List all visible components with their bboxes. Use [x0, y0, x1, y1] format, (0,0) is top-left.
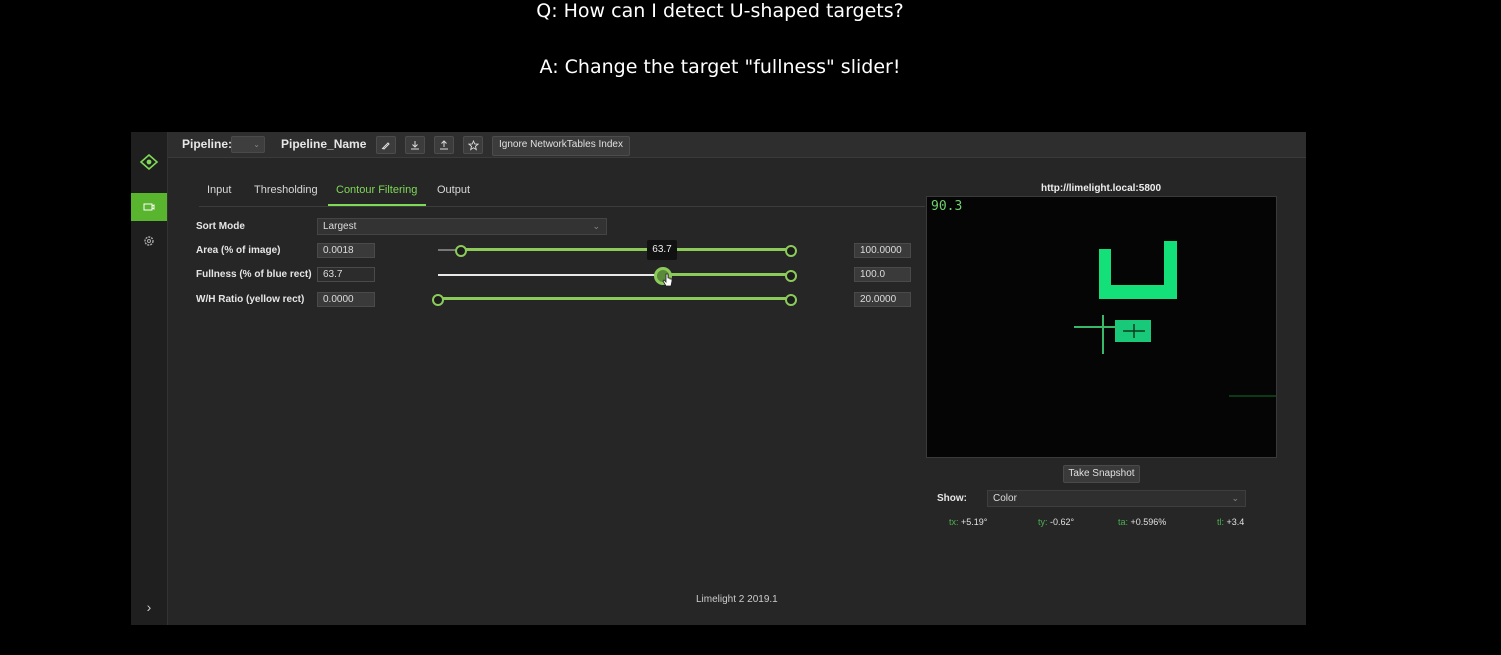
- upload-button[interactable]: [434, 136, 454, 154]
- sidebar-expand-button[interactable]: ›: [131, 593, 167, 621]
- pipeline-name: Pipeline_Name: [281, 137, 367, 151]
- stat-ta: ta: +0.596%: [1118, 517, 1166, 527]
- tab-input[interactable]: Input: [207, 184, 231, 196]
- area-max-input[interactable]: 100.0000: [854, 243, 911, 258]
- chevron-down-icon: ⌄: [592, 221, 600, 231]
- wh-ratio-track-range: [438, 297, 791, 300]
- area-max-handle[interactable]: [785, 245, 797, 257]
- stat-tx-key: tx:: [949, 517, 959, 527]
- stat-tl-value: +3.4: [1226, 517, 1245, 527]
- gear-icon: [144, 236, 154, 246]
- area-min-input[interactable]: 0.0018: [317, 243, 375, 258]
- sidebar-item-settings[interactable]: [131, 227, 167, 255]
- stat-ty-value: -0.62°: [1050, 517, 1075, 527]
- caption-answer: A: Change the target "fullness" slider!: [539, 56, 901, 78]
- wh-ratio-max-handle[interactable]: [785, 294, 797, 306]
- version-footer: Limelight 2 2019.1: [696, 594, 778, 605]
- fullness-track-range: [662, 273, 791, 276]
- fullness-min-input[interactable]: 63.7: [317, 267, 375, 282]
- stat-tl-key: tl:: [1217, 517, 1225, 527]
- limelight-app: › Pipeline: ⌄ Pipeline_Name Ignore Netwo…: [131, 132, 1306, 625]
- limelight-logo-icon: [131, 148, 167, 176]
- wh-ratio-min-input[interactable]: 0.0000: [317, 292, 375, 307]
- tab-contour-filtering[interactable]: Contour Filtering: [336, 184, 417, 196]
- settings-tabs: Input Thresholding Contour Filtering Out…: [199, 180, 925, 207]
- wh-ratio-label: W/H Ratio (yellow rect): [196, 294, 305, 305]
- stat-ta-key: ta:: [1118, 517, 1129, 527]
- ignore-networktables-button[interactable]: Ignore NetworkTables Index: [492, 136, 630, 156]
- pipeline-index-select[interactable]: ⌄: [231, 136, 265, 153]
- pencil-icon: [381, 142, 390, 150]
- fullness-value-tooltip: 63.7: [647, 240, 677, 260]
- tab-output[interactable]: Output: [437, 184, 470, 196]
- mouse-cursor-icon: [662, 273, 673, 287]
- left-sidebar: ›: [131, 132, 168, 625]
- wh-ratio-max-input[interactable]: 20.0000: [854, 292, 911, 307]
- wh-ratio-min-handle[interactable]: [432, 294, 444, 306]
- stat-tl: tl: +3.4: [1217, 517, 1244, 527]
- pipeline-label: Pipeline:: [182, 137, 233, 151]
- stat-ty-key: ty:: [1038, 517, 1048, 527]
- camera-url: http://limelight.local:5800: [1040, 183, 1162, 194]
- wh-ratio-slider[interactable]: [432, 293, 797, 306]
- target-image: [1074, 241, 1276, 397]
- show-value: Color: [993, 493, 1017, 504]
- fullness-slider[interactable]: [438, 267, 797, 285]
- tab-thresholding[interactable]: Thresholding: [254, 184, 318, 196]
- fullness-label: Fullness (% of blue rect): [196, 269, 312, 280]
- active-tab-indicator: [328, 204, 426, 206]
- sort-mode-label: Sort Mode: [196, 221, 245, 232]
- camera-icon: [143, 203, 155, 211]
- sort-mode-value: Largest: [323, 221, 357, 232]
- area-track-range: [461, 248, 791, 251]
- download-button[interactable]: [405, 136, 425, 154]
- show-select[interactable]: Color ⌄: [987, 490, 1246, 507]
- fullness-track-left: [438, 274, 663, 276]
- fullness-max-input[interactable]: 100.0: [854, 267, 911, 282]
- area-label: Area (% of image): [196, 245, 281, 256]
- pipeline-bar: Pipeline: ⌄ Pipeline_Name Ignore Network…: [168, 132, 1306, 158]
- chevron-right-icon: ›: [146, 599, 152, 615]
- chevron-down-icon: ⌄: [253, 140, 260, 149]
- fullness-max-handle[interactable]: [785, 270, 797, 282]
- edit-button[interactable]: [376, 136, 396, 154]
- sort-mode-select[interactable]: Largest ⌄: [317, 218, 607, 235]
- show-label: Show:: [937, 493, 967, 504]
- upload-icon: [440, 140, 448, 150]
- chevron-down-icon: ⌄: [1231, 493, 1239, 503]
- stat-ty: ty: -0.62°: [1038, 517, 1074, 527]
- camera-stream[interactable]: 90.3: [926, 196, 1277, 458]
- stat-tx-value: +5.19°: [961, 517, 988, 527]
- area-slider[interactable]: [438, 244, 797, 257]
- download-icon: [411, 141, 419, 150]
- caption-question: Q: How can I detect U-shaped targets?: [536, 0, 904, 22]
- stat-tx: tx: +5.19°: [949, 517, 987, 527]
- area-min-handle[interactable]: [455, 245, 468, 257]
- take-snapshot-button[interactable]: Take Snapshot: [1063, 465, 1140, 483]
- star-icon: [467, 139, 479, 151]
- sidebar-item-camera[interactable]: [131, 193, 167, 221]
- stat-ta-value: +0.596%: [1130, 517, 1167, 527]
- favorite-button[interactable]: [463, 136, 483, 154]
